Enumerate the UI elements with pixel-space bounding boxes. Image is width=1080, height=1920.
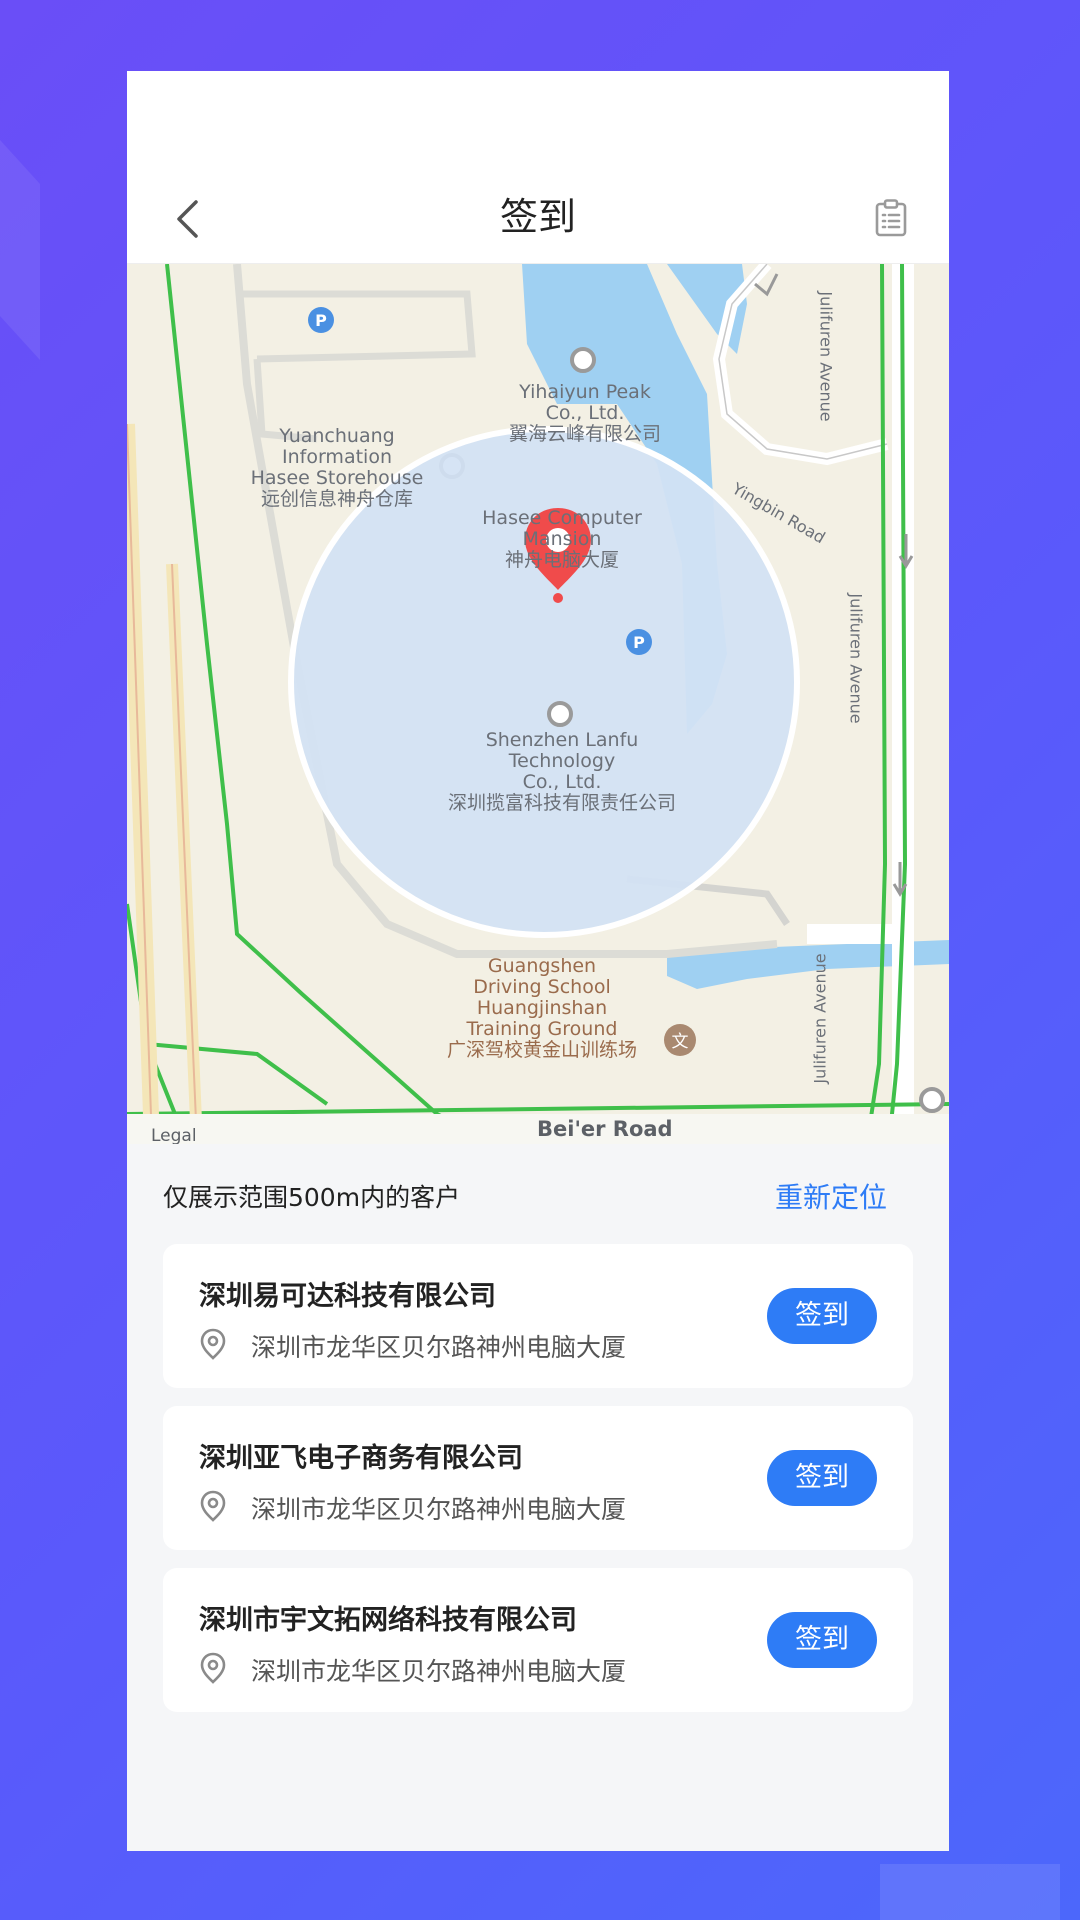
map-road-julifuren-mid: Julifuren Avenue [846,593,866,724]
svg-text:文: 文 [672,1032,689,1052]
map-road-beier: Bei'er Road [537,1117,673,1141]
background-decoration [0,140,40,360]
phone-screen: 签到 P P 文 Yihaiyun Peak Co., Ltd. 翼海云峰有限公… [127,71,949,1851]
page-title: 签到 [499,195,576,239]
customer-address: 深圳市龙华区贝尔路神州电脑大厦 [251,1657,627,1686]
range-hint: 仅展示范围500m内的客户 [163,1183,461,1212]
map-road-julifuren-bottom: Julifuren Avenue [810,953,830,1084]
svg-text:P: P [633,633,645,652]
map-poi-hasee: Hasee Computer Mansion 神舟电脑大厦 [482,507,642,571]
customer-name: 深圳市宇文拓网络科技有限公司 [199,1605,577,1636]
location-icon [200,1490,226,1522]
customer-name: 深圳亚飞电子商务有限公司 [199,1443,523,1474]
navigation-bar: 签到 [127,171,949,264]
background-decoration-bottom [880,1864,1060,1920]
records-button[interactable] [871,197,911,239]
checkin-button[interactable]: 签到 [767,1288,877,1344]
customer-address: 深圳市龙华区贝尔路神州电脑大厦 [251,1495,627,1524]
range-info-row: 仅展示范围500m内的客户 重新定位 [127,1144,949,1244]
clipboard-icon [875,199,907,237]
relocate-button[interactable]: 重新定位 [775,1176,887,1216]
checkin-button[interactable]: 签到 [767,1612,877,1668]
checkin-button[interactable]: 签到 [767,1450,877,1506]
customer-card: 深圳亚飞电子商务有限公司 深圳市龙华区贝尔路神州电脑大厦 签到 [163,1406,913,1550]
customer-address: 深圳市龙华区贝尔路神州电脑大厦 [251,1333,627,1362]
map-poi-yihaiyun: Yihaiyun Peak Co., Ltd. 翼海云峰有限公司 [508,381,661,445]
customer-card: 深圳易可达科技有限公司 深圳市龙华区贝尔路神州电脑大厦 签到 [163,1244,913,1388]
map-road-julifuren-top: Julifuren Avenue [816,291,836,422]
map-poi-yuanchuang: Yuanchuang Information Hasee Storehouse … [250,425,424,510]
svg-text:P: P [315,311,327,330]
location-icon [200,1652,226,1684]
map-poi-lanfu: Shenzhen Lanfu Technology Co., Ltd. 深圳揽富… [447,729,676,814]
customer-card: 深圳市宇文拓网络科技有限公司 深圳市龙华区贝尔路神州电脑大厦 签到 [163,1568,913,1712]
map-view[interactable]: P P 文 Yihaiyun Peak Co., Ltd. 翼海云峰有限公司 Y… [127,264,949,1144]
status-bar [127,71,949,171]
location-icon [200,1328,226,1360]
customer-name: 深圳易可达科技有限公司 [199,1281,496,1312]
map-poi-guangshen: Guangshen Driving School Huangjinshan Tr… [446,955,637,1061]
map-legal-link[interactable]: Legal [151,1126,197,1144]
